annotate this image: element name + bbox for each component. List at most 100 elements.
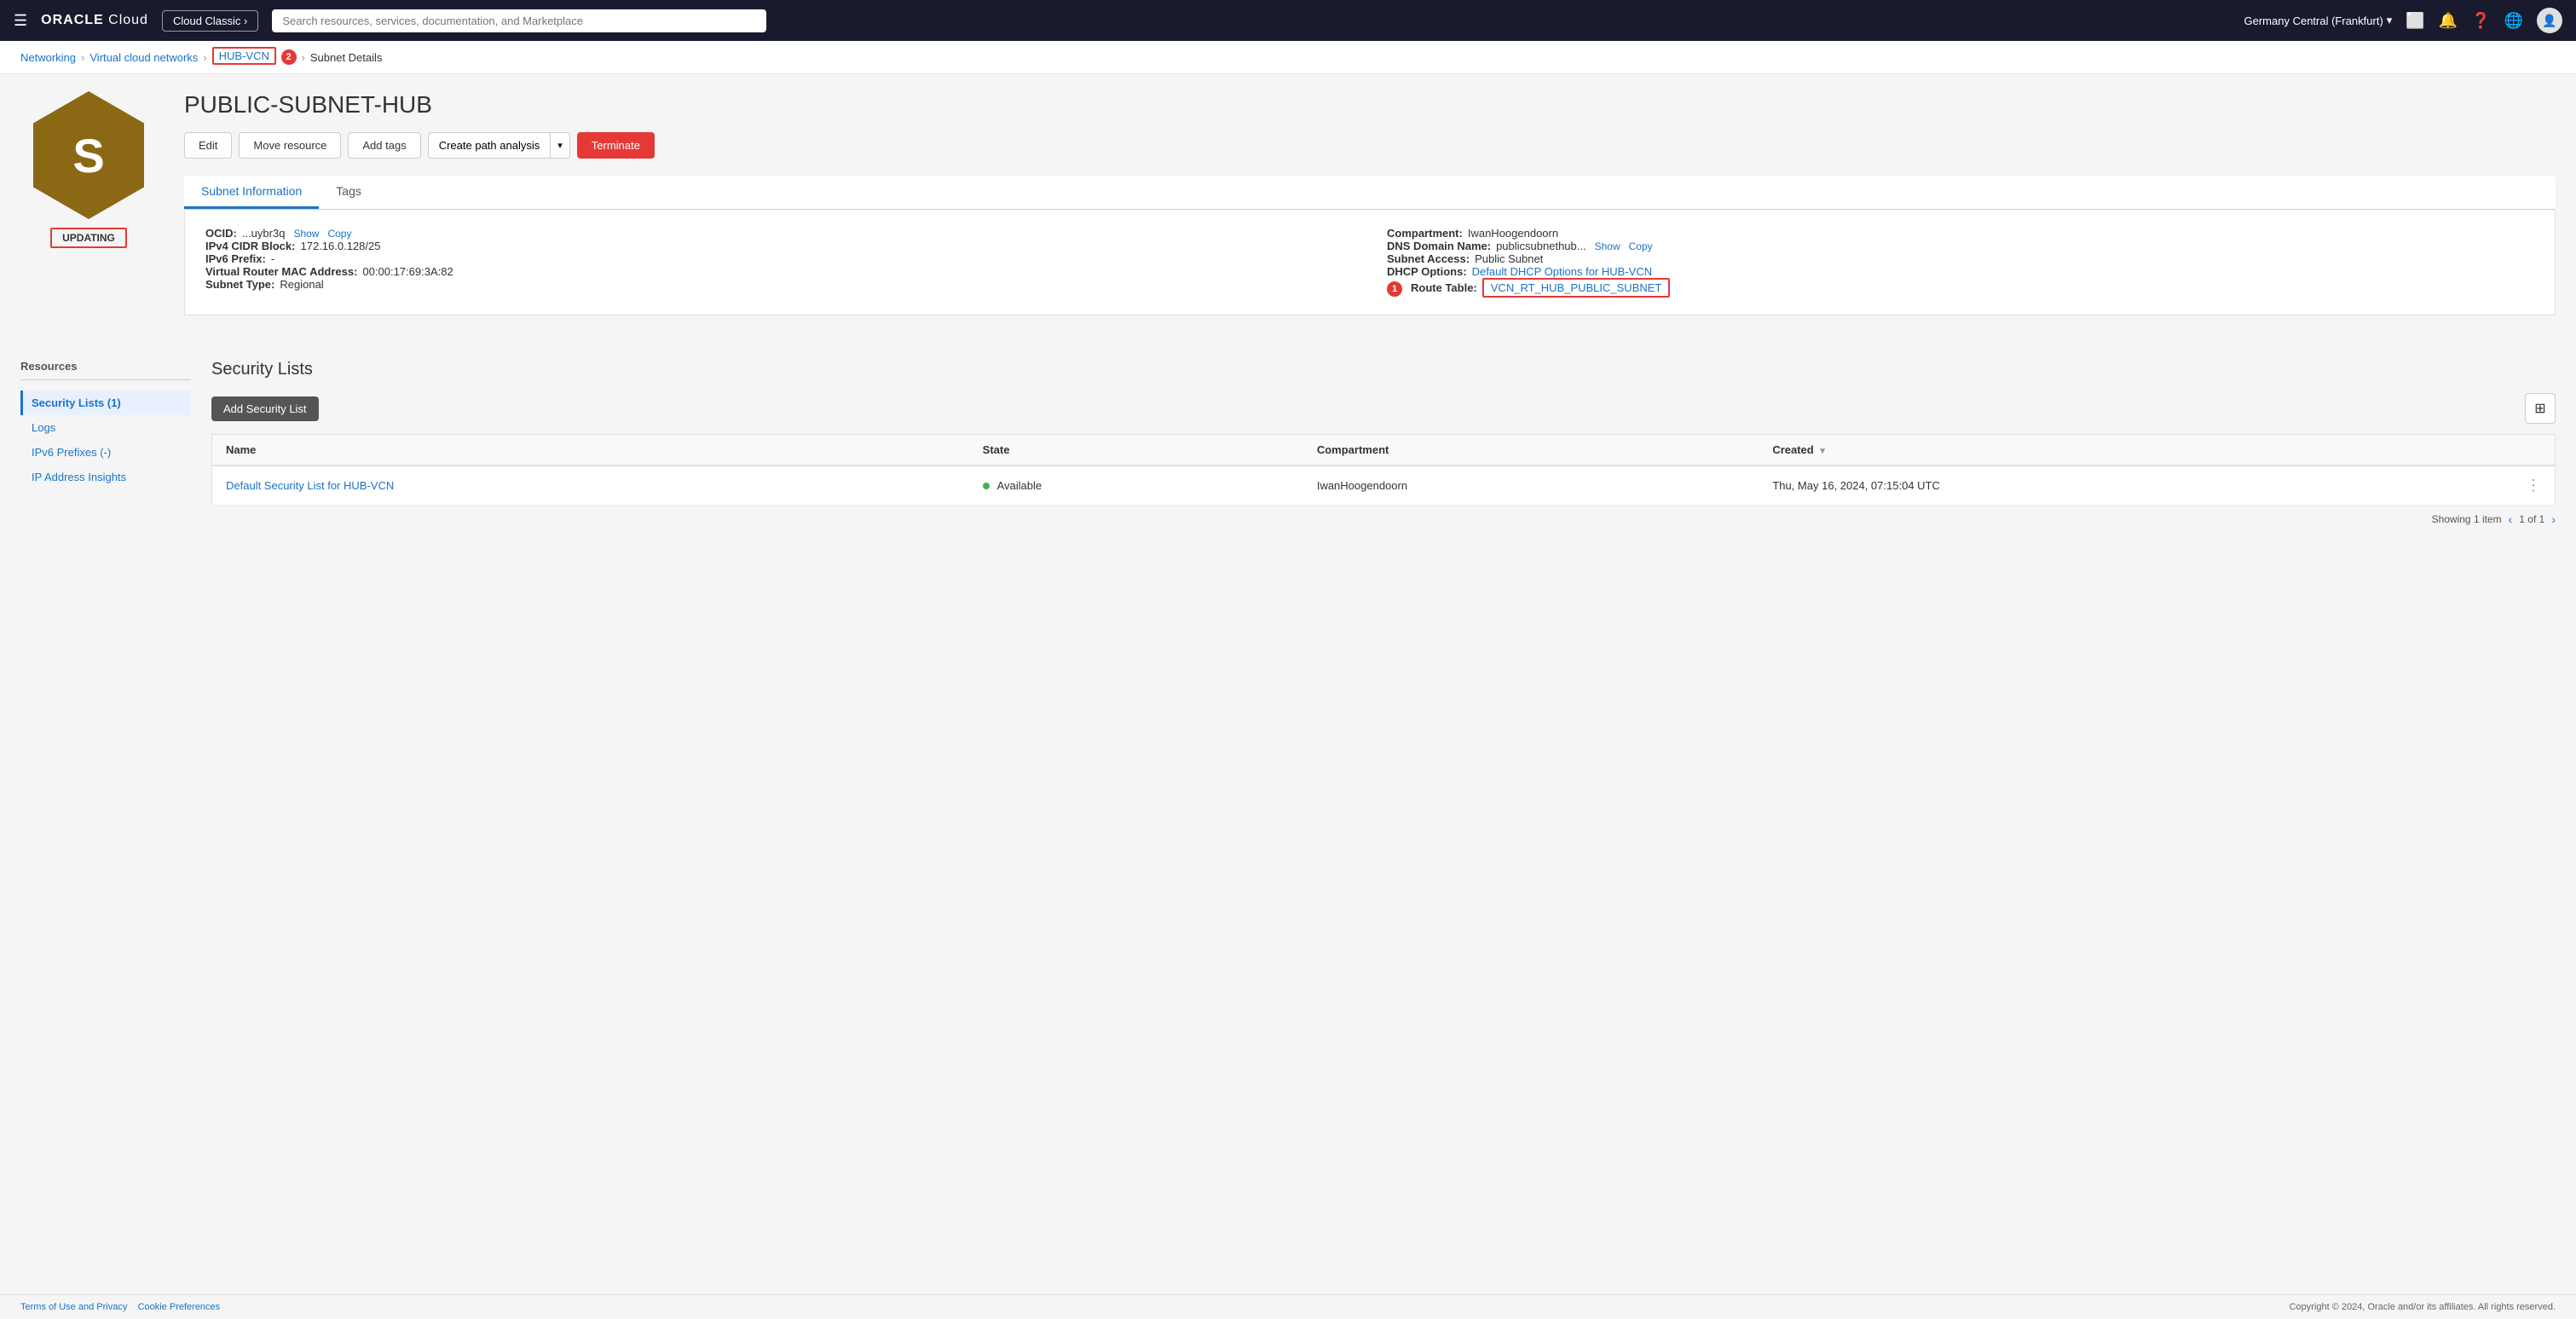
route-label: Route Table: <box>1411 281 1477 294</box>
sidebar-title: Resources <box>20 360 191 380</box>
col-header-name: Name <box>212 435 969 466</box>
globe-icon[interactable]: 🌐 <box>2504 12 2523 30</box>
help-icon[interactable]: ❓ <box>2471 12 2490 30</box>
info-compartment-row: Compartment: IwanHoogendoorn <box>1387 227 2534 240</box>
sidebar: Resources Security Lists (1) Logs IPv6 P… <box>20 360 191 533</box>
cell-state: Available <box>969 466 1303 506</box>
subnet-type-label: Subnet Type: <box>205 278 274 291</box>
dns-show-link[interactable]: Show <box>1595 240 1620 252</box>
info-grid: OCID: ...uybr3q Show Copy IPv4 CIDR Bloc… <box>205 227 2534 298</box>
next-page[interactable]: › <box>2551 512 2556 526</box>
dns-copy-link[interactable]: Copy <box>1629 240 1653 252</box>
breadcrumb-networking[interactable]: Networking <box>20 51 76 64</box>
bottom-bar: Terms of Use and Privacy Cookie Preferen… <box>0 1294 2576 1319</box>
tab-subnet-information[interactable]: Subnet Information <box>184 176 319 209</box>
page-info: 1 of 1 <box>2519 513 2544 525</box>
breadcrumb-hub-vcn[interactable]: HUB-VCN <box>212 47 276 65</box>
cell-compartment: IwanHoogendoorn <box>1303 466 1759 506</box>
main-content: S UPDATING PUBLIC-SUBNET-HUB Edit Move r… <box>0 74 2576 1294</box>
avatar[interactable]: 👤 <box>2537 8 2562 33</box>
oracle-logo: ORACLE Cloud <box>41 13 148 28</box>
create-path-analysis-button[interactable]: Create path analysis <box>429 133 552 158</box>
grid-view-button[interactable]: ⊞ <box>2525 393 2556 424</box>
mac-label: Virtual Router MAC Address: <box>205 265 357 278</box>
add-tags-button[interactable]: Add tags <box>348 132 420 159</box>
ipv6-value: - <box>271 252 274 265</box>
security-list-name-link[interactable]: Default Security List for HUB-VCN <box>226 479 394 492</box>
breadcrumb: Networking › Virtual cloud networks › HU… <box>0 41 2576 74</box>
col-header-compartment: Compartment <box>1303 435 1759 466</box>
dns-label: DNS Domain Name: <box>1387 240 1491 252</box>
region-selector[interactable]: Germany Central (Frankfurt) ▾ <box>2244 14 2393 27</box>
info-access-row: Subnet Access: Public Subnet <box>1387 252 2534 265</box>
dhcp-link[interactable]: Default DHCP Options for HUB-VCN <box>1472 265 1652 278</box>
nav-right: Germany Central (Frankfurt) ▾ ⬜ 🔔 ❓ 🌐 👤 <box>2244 8 2562 33</box>
info-ipv4-row: IPv4 CIDR Block: 172.16.0.128/25 <box>205 240 1353 252</box>
breadcrumb-vcn[interactable]: Virtual cloud networks <box>90 51 198 64</box>
section-title: Security Lists <box>211 360 2556 379</box>
search-input[interactable] <box>272 9 766 32</box>
route-table-link[interactable]: VCN_RT_HUB_PUBLIC_SUBNET <box>1491 281 1662 294</box>
breadcrumb-subnet-details: Subnet Details <box>310 51 383 64</box>
bell-icon[interactable]: 🔔 <box>2439 12 2458 30</box>
sidebar-item-security-lists[interactable]: Security Lists (1) <box>20 390 191 415</box>
ocid-show-link[interactable]: Show <box>293 228 319 240</box>
info-dns-row: DNS Domain Name: publicsubnethub... Show… <box>1387 240 2534 252</box>
state-dot <box>983 483 990 489</box>
info-mac-row: Virtual Router MAC Address: 00:00:17:69:… <box>205 265 1353 278</box>
info-ipv6-row: IPv6 Prefix: - <box>205 252 1353 265</box>
route-badge: 1 <box>1387 281 1402 297</box>
tab-tags[interactable]: Tags <box>319 176 378 209</box>
ocid-copy-link[interactable]: Copy <box>327 228 351 240</box>
sidebar-item-ipv6-prefixes[interactable]: IPv6 Prefixes (-) <box>20 440 191 465</box>
compartment-value: IwanHoogendoorn <box>1468 227 1558 240</box>
sidebar-item-ip-insights[interactable]: IP Address Insights <box>20 465 191 489</box>
breadcrumb-hub-vcn-container: HUB-VCN 2 <box>212 49 297 65</box>
monitor-icon[interactable]: ⬜ <box>2406 12 2424 30</box>
edit-button[interactable]: Edit <box>184 132 232 159</box>
tab-bar: Subnet Information Tags <box>184 176 2556 210</box>
cell-name: Default Security List for HUB-VCN <box>212 466 969 506</box>
create-path-analysis-dropdown[interactable]: ▾ <box>551 133 569 158</box>
ipv4-value: 172.16.0.128/25 <box>300 240 380 252</box>
row-actions-icon[interactable]: ⋮ <box>2526 477 2541 494</box>
cookie-link[interactable]: Cookie Preferences <box>138 1302 221 1312</box>
prev-page[interactable]: ‹ <box>2509 512 2513 526</box>
mac-value: 00:00:17:69:3A:82 <box>362 265 453 278</box>
info-subnet-type-row: Subnet Type: Regional <box>205 278 1353 291</box>
create-path-analysis-split-button[interactable]: Create path analysis ▾ <box>428 132 570 159</box>
breadcrumb-badge: 2 <box>281 49 297 65</box>
access-label: Subnet Access: <box>1387 252 1470 265</box>
ocid-value: ...uybr3q <box>242 227 286 240</box>
info-ocid-row: OCID: ...uybr3q Show Copy <box>205 227 1353 240</box>
security-lists-table: Name State Compartment Created ▾ <box>211 434 2556 506</box>
info-route-row: 1 Route Table: VCN_RT_HUB_PUBLIC_SUBNET <box>1387 278 2534 298</box>
subnet-type-value: Regional <box>280 278 323 291</box>
terms-link[interactable]: Terms of Use and Privacy <box>20 1302 127 1312</box>
col-header-state: State <box>969 435 1303 466</box>
cell-row-actions[interactable]: ⋮ <box>2512 466 2556 506</box>
main-panel: Security Lists Add Security List ⊞ Name … <box>211 360 2556 533</box>
page-title: PUBLIC-SUBNET-HUB <box>184 91 2556 119</box>
status-badge: UPDATING <box>50 228 127 248</box>
sidebar-item-logs[interactable]: Logs <box>20 415 191 440</box>
footer-copyright: Copyright © 2024, Oracle and/or its affi… <box>2290 1302 2556 1312</box>
info-left-col: OCID: ...uybr3q Show Copy IPv4 CIDR Bloc… <box>205 227 1353 298</box>
ipv6-label: IPv6 Prefix: <box>205 252 266 265</box>
ocid-label: OCID: <box>205 227 237 240</box>
top-navigation: ☰ ORACLE Cloud Cloud Classic › Germany C… <box>0 0 2576 41</box>
state-value: Available <box>997 479 1043 492</box>
col-header-created[interactable]: Created ▾ <box>1759 435 2512 466</box>
move-resource-button[interactable]: Move resource <box>239 132 341 159</box>
action-buttons: Edit Move resource Add tags Create path … <box>184 132 2556 159</box>
info-dhcp-row: DHCP Options: Default DHCP Options for H… <box>1387 265 2534 278</box>
cloud-classic-button[interactable]: Cloud Classic › <box>162 10 258 32</box>
dns-value: publicsubnethub... <box>1496 240 1586 252</box>
col-header-actions <box>2512 435 2556 466</box>
showing-info: Showing 1 item ‹ 1 of 1 › <box>211 506 2556 533</box>
add-security-list-button[interactable]: Add Security List <box>211 396 319 421</box>
terminate-button[interactable]: Terminate <box>577 132 655 159</box>
page-info: PUBLIC-SUBNET-HUB Edit Move resource Add… <box>184 91 2556 339</box>
hamburger-menu[interactable]: ☰ <box>14 12 27 30</box>
ipv4-label: IPv4 CIDR Block: <box>205 240 295 252</box>
